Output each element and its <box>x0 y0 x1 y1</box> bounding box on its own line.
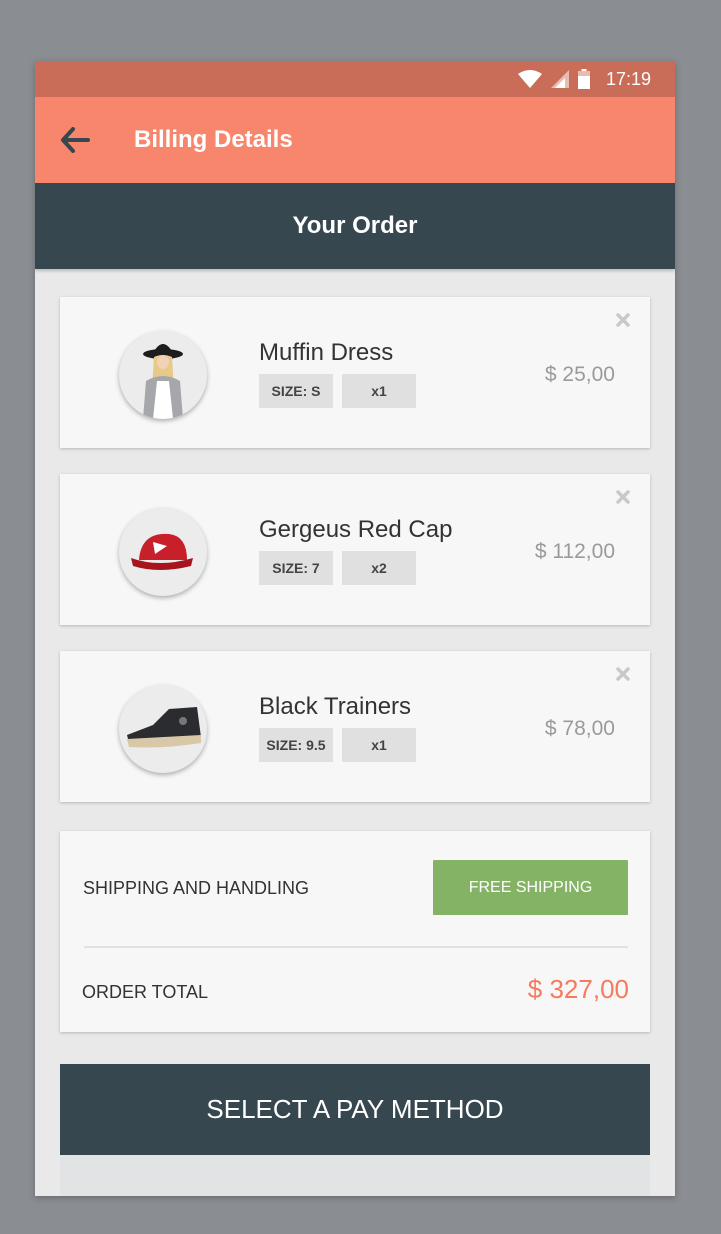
phone-screen: 17:19 Billing Details Your Order Muffin … <box>35 61 675 1196</box>
status-time: 17:19 <box>605 68 651 89</box>
close-icon[interactable] <box>616 667 630 681</box>
free-shipping-button[interactable]: FREE SHIPPING <box>433 860 628 915</box>
quantity-badge: x2 <box>342 551 416 585</box>
quantity-badge: x1 <box>342 374 416 408</box>
order-header: Your Order <box>35 183 675 269</box>
product-thumbnail <box>119 508 207 596</box>
list-item: Muffin Dress SIZE: S x1 $ 25,00 <box>60 297 650 448</box>
product-price: $ 78,00 <box>544 717 615 740</box>
size-badge: SIZE: S <box>259 374 333 408</box>
product-price: $ 112,00 <box>534 540 615 563</box>
product-name: Gergeus Red Cap <box>259 516 453 543</box>
size-badge: SIZE: 9.5 <box>259 728 333 762</box>
arrow-back-icon <box>61 127 90 153</box>
list-item: Gergeus Red Cap SIZE: 7 x2 $ 112,00 <box>60 474 650 625</box>
product-name: Black Trainers <box>259 693 412 720</box>
product-price: $ 25,00 <box>544 363 615 386</box>
wifi-icon <box>517 70 542 88</box>
page-title: Billing Details <box>134 126 293 153</box>
status-bar: 17:19 <box>35 61 675 97</box>
app-bar: Billing Details <box>35 97 675 183</box>
order-summary: SHIPPING AND HANDLING FREE SHIPPING ORDE… <box>60 831 650 1032</box>
product-thumbnail <box>119 331 207 419</box>
shipping-label: SHIPPING AND HANDLING <box>83 878 310 898</box>
battery-icon <box>577 69 590 89</box>
sneaker-icon <box>127 707 201 748</box>
product-thumbnail <box>119 685 207 773</box>
list-item: Black Trainers SIZE: 9.5 x1 $ 78,00 <box>60 651 650 802</box>
pay-method-panel <box>60 1155 650 1196</box>
order-total-label: ORDER TOTAL <box>82 982 209 1002</box>
dress-icon <box>143 344 183 419</box>
order-total-value: $ 327,00 <box>527 974 629 1004</box>
order-items-list: Muffin Dress SIZE: S x1 $ 25,00 Gergeus … <box>60 297 650 828</box>
back-button[interactable] <box>35 97 115 183</box>
quantity-badge: x1 <box>342 728 416 762</box>
divider <box>84 946 628 948</box>
signal-icon <box>550 70 569 88</box>
select-pay-method-button[interactable]: SELECT A PAY METHOD <box>60 1064 650 1155</box>
size-badge: SIZE: 7 <box>259 551 333 585</box>
product-name: Muffin Dress <box>259 339 394 366</box>
cap-icon <box>131 533 193 570</box>
close-icon[interactable] <box>616 490 630 504</box>
close-icon[interactable] <box>616 313 630 327</box>
